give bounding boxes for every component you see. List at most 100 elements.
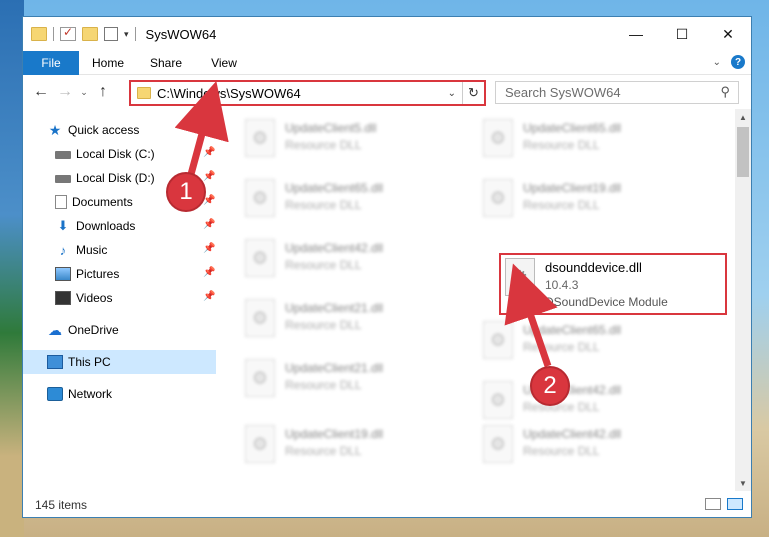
file-item[interactable]: ⚙ UpdateClient21.dll Resource DLL [245,299,455,349]
address-dropdown-icon[interactable]: ⌄ [448,88,456,99]
folder-icon [31,27,47,41]
sidebar-item-quick-access[interactable]: ★ Quick access [47,118,140,142]
maximize-button[interactable]: ☐ [659,17,705,51]
file-type: Resource DLL [285,258,362,272]
file-item[interactable]: ⚙ UpdateClient42.dll Resource DLL [245,239,455,289]
file-item[interactable]: ⚙ UpdateClient19.dll Resource DLL [483,179,693,229]
back-button[interactable]: ← [29,83,53,101]
documents-icon [55,195,67,209]
dll-file-icon: ⚙ [483,179,513,217]
sidebar-item-documents[interactable]: Documents [55,190,133,214]
tab-home[interactable]: Home [79,56,137,70]
dll-file-icon: ⚙ [483,381,513,419]
file-type: DSoundDevice Module [545,295,668,309]
file-item[interactable]: ⚙ UpdateClient65.dll Resource DLL [483,321,693,371]
up-button[interactable]: ↑ [91,83,115,101]
file-item[interactable]: ⚙ UpdateClient42.dll Resource DLL [483,425,693,475]
file-name: UpdateClient19.dll [285,427,384,441]
file-item[interactable]: ⚙ UpdateClient19.dll Resource DLL [245,425,455,475]
file-type: Resource DLL [285,378,362,392]
file-item[interactable]: ⚙ UpdateClient5.dll Resource DLL [245,119,455,169]
vertical-scrollbar[interactable]: ▲ ▼ [735,109,751,491]
qat-dropdown-icon[interactable]: ▾ [124,29,129,40]
file-item[interactable]: ⚙ UpdateClient21.dll Resource DLL [245,359,455,409]
search-icon[interactable]: ⚲ [720,84,730,100]
search-placeholder: Search SysWOW64 [505,85,621,100]
new-folder-icon[interactable] [82,27,98,41]
dll-file-icon: ⚙ [245,179,275,217]
sidebar-item-label: Local Disk (C:) [76,147,155,161]
scroll-down-icon[interactable]: ▼ [735,475,751,491]
file-item[interactable]: ⚙ UpdateClient65.dll Resource DLL [483,119,693,169]
refresh-button[interactable]: ↻ [462,82,484,104]
item-count: 145 items [35,498,88,512]
disk-icon [55,175,71,183]
recent-locations-icon[interactable]: ⌄ [77,87,91,98]
folder-icon [137,87,151,99]
scroll-up-icon[interactable]: ▲ [735,109,751,125]
address-path[interactable]: C:\Windows\SysWOW64 [157,86,301,101]
toolbar-divider [134,27,136,41]
pin-icon[interactable]: 📌 [203,243,215,254]
file-item[interactable]: ⚙ UpdateClient65.dll Resource DLL [245,179,455,229]
disk-icon [55,151,71,159]
dll-file-icon: ⚙ [245,425,275,463]
minimize-button[interactable]: — [613,17,659,51]
address-bar[interactable]: C:\Windows\SysWOW64 ⌄ ↻ [129,80,486,106]
sidebar-item-music[interactable]: ♪ Music [55,238,108,262]
pin-icon[interactable]: 📌 [203,291,215,302]
sidebar-item-this-pc[interactable]: This PC [23,350,216,374]
sidebar-item-label: This PC [68,355,111,369]
scrollbar-thumb[interactable] [737,127,749,177]
dll-file-icon: ⚙ [483,119,513,157]
sidebar-item-local-disk-d[interactable]: Local Disk (D:) [55,166,155,190]
pin-icon[interactable]: 📌 [203,147,215,158]
pin-icon[interactable]: 📌 [203,219,215,230]
tab-view[interactable]: View [195,56,253,70]
help-icon[interactable]: ? [731,55,745,69]
customize-qat-icon[interactable] [104,27,118,41]
file-list: ⚙ UpdateClient5.dll Resource DLL ⚙ Updat… [237,109,737,485]
navigation-bar: ← → ⌄ ↑ C:\Windows\SysWOW64 ⌄ ↻ Search S… [23,75,751,109]
view-buttons [705,498,743,510]
sidebar-item-label: Music [76,243,108,257]
highlighted-file-item[interactable]: ⚙ dsounddevice.dll 10.4.3 DSoundDevice M… [499,253,727,315]
file-type: Resource DLL [523,444,600,458]
properties-check-icon[interactable] [60,25,76,41]
toolbar-divider [53,27,54,41]
file-version: 10.4.3 [545,278,579,292]
file-item[interactable]: ⚙ UpdateClient42.dll Resource DLL [483,381,693,431]
pin-icon[interactable]: 📌 [203,267,215,278]
sidebar-item-label: Local Disk (D:) [76,171,155,185]
file-type: Resource DLL [523,340,600,354]
sidebar-item-network[interactable]: Network [47,382,112,406]
close-button[interactable]: ✕ [705,17,751,51]
sidebar-item-label: Quick access [68,123,140,137]
file-name: UpdateClient42.dll [285,241,384,255]
tab-share[interactable]: Share [137,56,195,70]
sidebar-item-local-disk-c[interactable]: Local Disk (C:) [55,142,249,166]
tab-file[interactable]: File [23,50,79,75]
file-type: Resource DLL [285,198,362,212]
dll-file-icon: ⚙ [483,425,513,463]
window-controls: — ☐ ✕ [613,17,751,51]
file-type: Resource DLL [285,138,362,152]
sidebar-item-label: Pictures [76,267,120,281]
search-input[interactable]: Search SysWOW64 ⚲ [495,81,739,104]
file-explorer-window: ▾ SysWOW64 — ☐ ✕ File Home Share View ⌄ … [22,16,752,518]
pin-icon[interactable]: 📌 [203,171,215,182]
file-name: UpdateClient19.dll [523,181,622,195]
details-view-icon[interactable] [705,498,721,510]
title-bar: ▾ SysWOW64 — ☐ ✕ [23,17,751,51]
dll-file-icon: ⚙ [483,321,513,359]
sidebar-item-downloads[interactable]: ⬇ Downloads [55,214,136,238]
sidebar-item-onedrive[interactable]: ☁ OneDrive [47,318,119,342]
cloud-icon: ☁ [48,321,62,338]
sidebar-item-pictures[interactable]: Pictures [55,262,119,286]
expand-ribbon-icon[interactable]: ⌄ [713,57,721,68]
pc-icon [47,355,63,369]
sidebar-item-videos[interactable]: Videos [55,286,112,310]
pictures-icon [55,267,71,281]
forward-button[interactable]: → [53,83,77,101]
tiles-view-icon[interactable] [727,498,743,510]
